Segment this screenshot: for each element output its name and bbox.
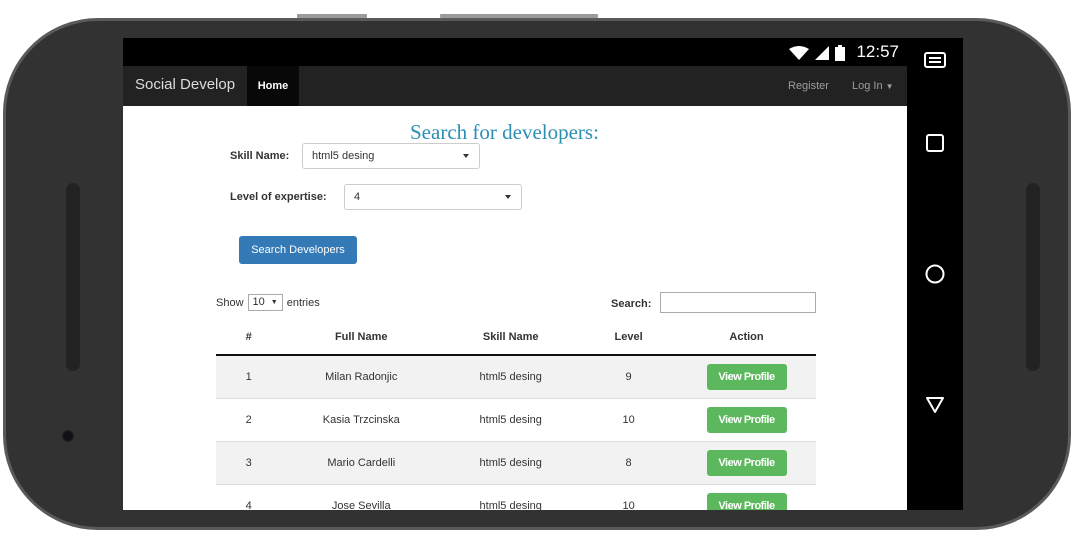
row-level: 9: [580, 354, 678, 399]
device-screen: 12:57 Social Develop Home Register Log I…: [123, 38, 963, 510]
chevron-down-icon: [463, 154, 469, 158]
level-value: 4: [354, 191, 361, 203]
chevron-down-icon: ▼: [270, 299, 278, 306]
row-skill-name: html5 desing: [441, 398, 581, 442]
wifi-icon: [789, 46, 809, 60]
view-profile-button[interactable]: View Profile: [706, 450, 787, 476]
skill-name-value: html5 desing: [312, 150, 375, 162]
keyboard-icon[interactable]: [907, 52, 963, 68]
nav-item-register[interactable]: Register: [788, 80, 829, 92]
table-header-row: # Full Name Skill Name Level Action: [216, 320, 816, 356]
page-length-select[interactable]: 10 ▼: [247, 294, 283, 311]
level-select[interactable]: 4: [344, 184, 522, 210]
navbar: Social Develop Home Register Log In ▼: [123, 66, 907, 106]
view-profile-button[interactable]: View Profile: [706, 493, 787, 510]
main-content: Search for developers: Skill Name: html5…: [123, 106, 907, 510]
row-action: View Profile: [677, 484, 816, 510]
column-header-full-name[interactable]: Full Name: [281, 320, 442, 356]
developers-table: # Full Name Skill Name Level Action 1 Mi…: [216, 320, 816, 510]
page-length-control: Show 10 ▼ entries: [216, 294, 320, 311]
recents-icon[interactable]: [907, 134, 963, 152]
navbar-brand[interactable]: Social Develop: [135, 76, 235, 93]
chevron-down-icon: [505, 195, 511, 199]
status-icons: [789, 45, 845, 61]
home-icon[interactable]: [907, 264, 963, 284]
row-action: View Profile: [677, 354, 816, 399]
signal-icon: [815, 46, 829, 60]
nav-login-label: Log In: [852, 80, 883, 92]
back-icon[interactable]: [907, 396, 963, 414]
row-number: 4: [216, 484, 282, 510]
search-label: Search:: [611, 298, 652, 310]
table-row: 1 Milan Radonjic html5 desing 9 View Pro…: [216, 354, 816, 399]
status-bar: 12:57: [123, 38, 907, 66]
chevron-down-icon: ▼: [885, 82, 894, 91]
row-full-name: Kasia Trzcinska: [281, 398, 442, 442]
table-row: 2 Kasia Trzcinska html5 desing 10 View P…: [216, 398, 816, 442]
page-length-value: 10: [252, 296, 265, 308]
nav-home-label: Home: [257, 80, 289, 92]
table-row: 3 Mario Cardelli html5 desing 8 View Pro…: [216, 441, 816, 485]
row-full-name: Jose Sevilla: [281, 484, 442, 510]
status-time: 12:57: [856, 42, 899, 61]
view-profile-button[interactable]: View Profile: [706, 407, 787, 433]
entries-label: entries: [286, 296, 320, 309]
battery-icon: [835, 45, 845, 61]
row-level: 10: [580, 484, 678, 510]
table-row: 4 Jose Sevilla html5 desing 10 View Prof…: [216, 484, 816, 510]
nav-item-login[interactable]: Log In ▼: [852, 80, 894, 92]
row-number: 2: [216, 398, 282, 442]
view-profile-button[interactable]: View Profile: [706, 364, 787, 390]
phone-side-button-left: [66, 183, 80, 371]
phone-side-button-right: [1026, 183, 1040, 371]
row-skill-name: html5 desing: [441, 354, 581, 399]
skill-name-select[interactable]: html5 desing: [302, 143, 480, 169]
row-full-name: Milan Radonjic: [281, 354, 442, 399]
search-developers-button[interactable]: Search Developers: [239, 236, 357, 264]
row-full-name: Mario Cardelli: [281, 441, 442, 485]
skill-name-label: Skill Name:: [230, 150, 290, 162]
row-skill-name: html5 desing: [441, 484, 581, 510]
row-level: 8: [580, 441, 678, 485]
row-action: View Profile: [677, 441, 816, 485]
row-number: 3: [216, 441, 282, 485]
search-input[interactable]: [660, 292, 816, 313]
row-skill-name: html5 desing: [441, 441, 581, 485]
camera-icon: [62, 430, 74, 442]
row-action: View Profile: [677, 398, 816, 442]
column-header-number[interactable]: #: [216, 320, 282, 356]
level-label: Level of expertise:: [230, 191, 327, 203]
system-navigation-bar: [907, 38, 963, 510]
row-level: 10: [580, 398, 678, 442]
nav-item-home[interactable]: Home: [247, 66, 299, 106]
row-number: 1: [216, 354, 282, 399]
column-header-skill-name[interactable]: Skill Name: [441, 320, 581, 356]
column-header-level[interactable]: Level: [580, 320, 678, 356]
show-label: Show: [216, 296, 244, 309]
page-title: Search for developers:: [410, 120, 599, 144]
column-header-action: Action: [677, 320, 816, 356]
